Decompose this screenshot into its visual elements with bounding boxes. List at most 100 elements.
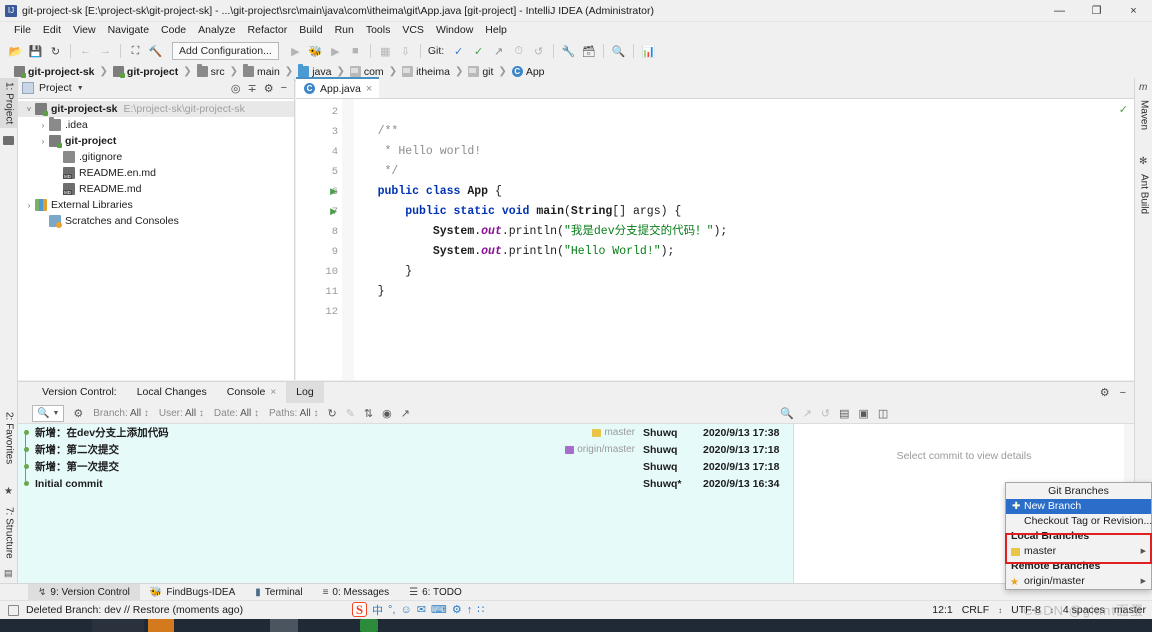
git-history-icon[interactable]: ⏱ xyxy=(509,42,528,61)
bottom-tab-terminal[interactable]: ▮ Terminal xyxy=(245,584,312,601)
menu-refactor[interactable]: Refactor xyxy=(242,22,294,39)
run-method-gutter-icon[interactable]: ▶ xyxy=(325,202,337,222)
debug-icon[interactable]: 🐝 xyxy=(306,42,325,61)
run-class-gutter-icon[interactable]: ▶ xyxy=(325,182,337,202)
editor-tab-app-java[interactable]: C App.java × xyxy=(296,77,380,98)
sidebar-item-ant-build[interactable]: Ant Build xyxy=(1135,170,1152,218)
back-icon[interactable]: ← xyxy=(76,42,95,61)
sidebar-item-project[interactable]: 1: Project xyxy=(0,78,18,129)
project-structure-icon[interactable]: 🗃 xyxy=(579,42,598,61)
forward-icon[interactable]: → xyxy=(96,42,115,61)
search-log-icon[interactable]: 🔍 xyxy=(780,407,794,420)
stop-icon[interactable]: ■ xyxy=(346,42,365,61)
close-button[interactable]: × xyxy=(1115,0,1152,22)
vcs-tab-console[interactable]: Console × xyxy=(217,382,286,403)
file-encoding[interactable]: UTF-8 xyxy=(1011,604,1041,616)
ime-voice-icon[interactable]: ✉ xyxy=(417,603,426,616)
breadcrumb-item-4[interactable]: java xyxy=(298,64,331,78)
breadcrumb-item-5[interactable]: com xyxy=(349,66,384,78)
table-row[interactable]: 新增：第一次提交 Shuwq 2020/9/13 17:18 xyxy=(18,458,793,481)
update-project-icon[interactable]: ⇩ xyxy=(396,42,415,61)
sync-icon[interactable]: ↻ xyxy=(46,42,65,61)
log-search-input[interactable]: 🔍 ▼ xyxy=(32,404,65,422)
sidebar-item-maven[interactable]: Maven xyxy=(1135,96,1152,134)
tree-row-idea[interactable]: › .idea xyxy=(18,117,294,133)
menu-vcs[interactable]: VCS xyxy=(396,22,430,39)
table-row[interactable]: Initial commit Shuwq* 2020/9/13 16:34 xyxy=(18,475,793,492)
code-text[interactable]: /** * Hello world! */ public class App {… xyxy=(342,99,1134,380)
bottom-tab-findbugs[interactable]: 🐝 FindBugs-IDEA xyxy=(140,584,245,601)
build-icon[interactable]: 🔨 xyxy=(146,42,165,61)
sogou-ime-logo-icon[interactable]: S xyxy=(352,602,367,617)
show-details-icon[interactable]: ▤ xyxy=(839,407,849,420)
branch-item-origin-master[interactable]: ★ origin/master ▶ xyxy=(1006,574,1151,589)
tree-row-readme[interactable]: README.md xyxy=(18,181,294,197)
database-icon[interactable]: 📊 xyxy=(639,42,658,61)
maximize-button[interactable]: ❐ xyxy=(1078,0,1115,22)
save-all-icon[interactable]: 💾 xyxy=(26,42,45,61)
revert-icon[interactable]: ↺ xyxy=(821,407,830,420)
git-rollback-icon[interactable]: ↺ xyxy=(529,42,548,61)
menu-window[interactable]: Window xyxy=(430,22,479,39)
expand-arrow-icon[interactable]: › xyxy=(23,201,35,210)
status-message[interactable]: Deleted Branch: dev // Restore (moments … xyxy=(26,604,243,616)
go-to-hash-icon[interactable]: ✎ xyxy=(346,407,355,420)
tree-row-git-project[interactable]: › git-project xyxy=(18,133,294,149)
menu-analyze[interactable]: Analyze xyxy=(192,22,241,39)
breadcrumb-item-8[interactable]: C App xyxy=(511,66,545,78)
breadcrumb-item-6[interactable]: itheima xyxy=(402,66,450,78)
menu-navigate[interactable]: Navigate xyxy=(102,22,155,39)
chevron-updown-icon[interactable]: ↕ xyxy=(998,606,1002,615)
hide-panel-icon[interactable]: − xyxy=(1120,387,1126,399)
git-push-icon[interactable]: ↗ xyxy=(489,42,508,61)
new-branch-menu-item[interactable]: ✚ New Branch xyxy=(1006,499,1151,514)
vcs-tab-version-control[interactable]: Version Control: xyxy=(32,382,127,403)
ime-menu-icon[interactable]: ∷ xyxy=(477,603,484,616)
taskbar-item[interactable] xyxy=(92,619,144,632)
table-row[interactable]: 新增：在dev分支上添加代码 master Shuwq 2020/9/13 17… xyxy=(18,424,793,447)
layout-bottom-icon[interactable]: ▣ xyxy=(859,407,869,420)
menu-build[interactable]: Build xyxy=(293,22,328,39)
expand-arrow-icon[interactable]: ˅ xyxy=(23,105,35,114)
bottom-tab-todo[interactable]: ☰ 6: TODO xyxy=(399,584,472,601)
line-separator[interactable]: CRLF xyxy=(962,604,989,616)
filter-branch[interactable]: Branch: All ↕ xyxy=(93,408,149,419)
ime-keyboard-icon[interactable]: ⌨ xyxy=(431,603,447,616)
menu-help[interactable]: Help xyxy=(479,22,513,39)
ime-skin-icon[interactable]: ↑ xyxy=(467,604,473,616)
filter-paths[interactable]: Paths: All ↕ xyxy=(269,408,319,419)
breadcrumb-item-7[interactable]: git xyxy=(468,66,493,78)
minimize-button[interactable]: — xyxy=(1041,0,1078,22)
sidebar-item-favorites[interactable]: 2: Favorites xyxy=(0,408,18,468)
inspection-status-icon[interactable]: ✓ xyxy=(1119,103,1128,116)
branch-item-master[interactable]: master ▶ xyxy=(1006,544,1151,559)
filter-settings-icon[interactable]: ⚙ xyxy=(73,407,83,420)
tree-row-git-project-sk[interactable]: ˅ git-project-sk E:\project-sk\git-proje… xyxy=(18,101,294,117)
ime-toolbox-icon[interactable]: ⚙ xyxy=(452,603,462,616)
collapse-expand-icon[interactable]: ⇅ xyxy=(364,407,373,420)
code-editor[interactable]: 2 3 4 5 6 7 8 9 10 11 12 ▶ ▶ /** * Hello… xyxy=(296,99,1134,380)
expand-arrow-icon[interactable]: › xyxy=(37,121,49,130)
breadcrumb-item-0[interactable]: git-project-sk xyxy=(14,66,95,78)
taskbar-item[interactable] xyxy=(360,619,378,632)
expand-arrow-icon[interactable]: › xyxy=(37,137,49,146)
breadcrumb-item-3[interactable]: main xyxy=(243,64,280,78)
chevron-down-icon[interactable]: ▼ xyxy=(77,85,84,92)
toggle-bookmark-icon[interactable]: ▦ xyxy=(376,42,395,61)
tree-row-external-libraries[interactable]: › External Libraries xyxy=(18,197,294,213)
bottom-tab-messages[interactable]: ≡ 0: Messages xyxy=(313,584,400,601)
layout-right-icon[interactable]: ◫ xyxy=(878,407,888,420)
search-everywhere-icon[interactable]: 🔍 xyxy=(609,42,628,61)
sidebar-item-structure[interactable]: 7: Structure xyxy=(0,503,18,563)
run-with-coverage-icon[interactable]: ▶ xyxy=(326,42,345,61)
menu-file[interactable]: File xyxy=(8,22,37,39)
breadcrumb-item-2[interactable]: src xyxy=(196,64,225,78)
ime-emoji-icon[interactable]: ☺ xyxy=(400,604,411,616)
menu-view[interactable]: View xyxy=(67,22,102,39)
gear-icon[interactable]: ⚙ xyxy=(264,82,274,95)
intellisort-icon[interactable]: ◉ xyxy=(382,407,392,420)
close-icon[interactable]: × xyxy=(366,83,372,95)
search-caret-icon[interactable]: ▼ xyxy=(52,410,59,417)
cherry-pick-icon[interactable]: ↗ xyxy=(803,407,812,420)
vcs-tab-local-changes[interactable]: Local Changes xyxy=(127,382,217,403)
